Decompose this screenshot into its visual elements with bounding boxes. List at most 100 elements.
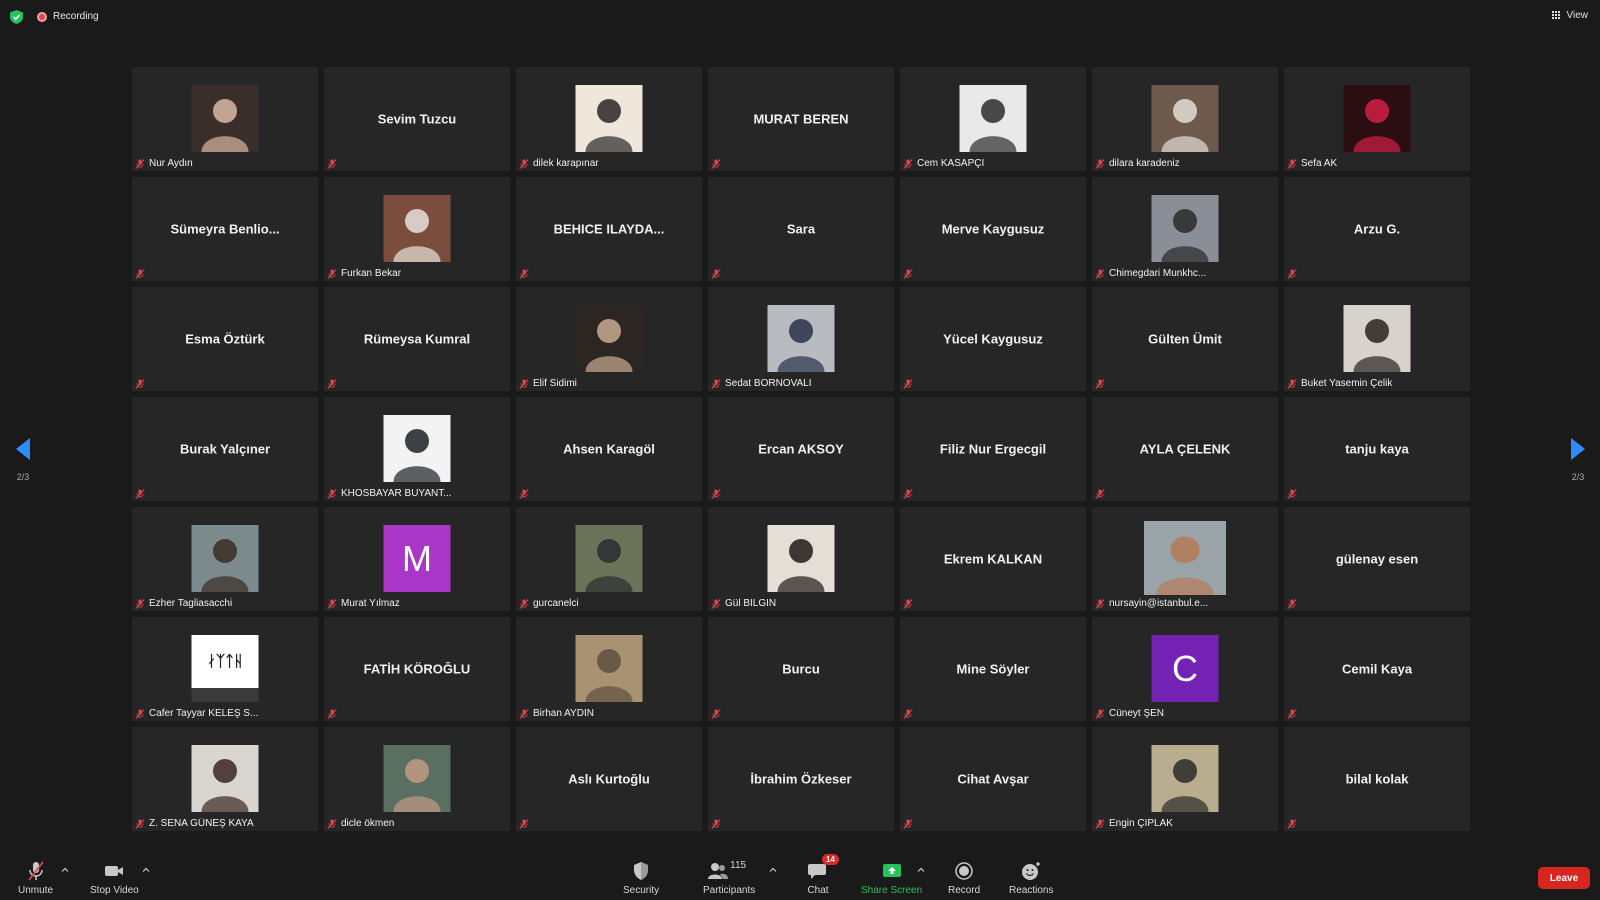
participant-tile[interactable]: Ahsen Karagöl <box>516 397 702 501</box>
participant-tile[interactable]: Burcu <box>708 617 894 721</box>
video-feed <box>191 85 259 152</box>
participant-name: Sefa AK <box>1301 158 1338 169</box>
participant-name: Ezher Tagliasacchi <box>149 598 233 609</box>
participant-tile[interactable]: Sedat BORNOVALI <box>708 287 894 391</box>
participant-tile[interactable]: İbrahim Özkeser <box>708 727 894 831</box>
arrow-right-icon <box>1571 438 1585 460</box>
participant-tile[interactable]: ᛅᛉᛏᚺ Cafer Tayyar KELEŞ S... <box>132 617 318 721</box>
participant-tile[interactable]: BEHICE ILAYDA... <box>516 177 702 281</box>
participant-tile[interactable]: Nur Aydın <box>132 67 318 171</box>
participant-name-label <box>135 489 145 499</box>
participant-display-name: Sevim Tuzcu <box>377 111 457 127</box>
participant-tile[interactable]: dicle ökmen <box>324 727 510 831</box>
participant-tile[interactable]: Z. SENA GÜNEŞ KAYA <box>132 727 318 831</box>
participant-tile[interactable]: Arzu G. <box>1284 177 1470 281</box>
video-options-chevron-up-icon[interactable] <box>141 865 151 875</box>
participant-tile[interactable]: Mine Söyler <box>900 617 1086 721</box>
participant-tile[interactable]: Engin ÇIPLAK <box>1092 727 1278 831</box>
mic-muted-icon <box>903 379 913 389</box>
share-screen-button[interactable]: Share Screen <box>861 860 922 896</box>
mic-muted-icon <box>711 159 721 169</box>
participant-tile[interactable]: Sefa AK <box>1284 67 1470 171</box>
participant-tile[interactable]: Filiz Nur Ergecgil <box>900 397 1086 501</box>
reactions-button[interactable]: Reactions <box>1009 860 1053 896</box>
participant-name: Buket Yasemin Çelik <box>1301 378 1393 389</box>
view-button[interactable]: View <box>1551 10 1588 21</box>
participant-tile[interactable]: Elif Sidimi <box>516 287 702 391</box>
participant-name: Sedat BORNOVALI <box>725 378 812 389</box>
participant-tile[interactable]: Furkan Bekar <box>324 177 510 281</box>
unmute-button[interactable]: Unmute <box>18 860 53 896</box>
security-shield-icon <box>634 862 649 880</box>
mic-muted-icon <box>711 819 721 829</box>
recording-indicator[interactable]: Recording <box>37 11 99 22</box>
next-page-button[interactable]: 2/3 <box>1566 438 1590 482</box>
participant-tile[interactable]: nursayin@istanbul.e... <box>1092 507 1278 611</box>
participant-tile[interactable]: Esma Öztürk <box>132 287 318 391</box>
chat-button[interactable]: 14 Chat <box>807 854 839 896</box>
participant-name: Cafer Tayyar KELEŞ S... <box>149 708 259 719</box>
participants-button[interactable]: 115 Participants <box>703 860 755 896</box>
participant-display-name: Sara <box>786 221 816 237</box>
participant-tile[interactable]: tanju kaya <box>1284 397 1470 501</box>
participant-tile[interactable]: C Cüneyt ŞEN <box>1092 617 1278 721</box>
arrow-left-icon <box>16 438 30 460</box>
participant-name-label <box>711 159 721 169</box>
record-button[interactable]: Record <box>948 860 980 896</box>
participant-tile[interactable]: Ezher Tagliasacchi <box>132 507 318 611</box>
participant-tile[interactable]: Gülten Ümit <box>1092 287 1278 391</box>
video-feed <box>767 305 835 372</box>
participant-tile[interactable]: Ekrem KALKAN <box>900 507 1086 611</box>
participant-tile[interactable]: FATİH KÖROĞLU <box>324 617 510 721</box>
participant-name: Murat Yılmaz <box>341 598 400 609</box>
participant-tile[interactable]: Gül BİLGİN <box>708 507 894 611</box>
participant-tile[interactable]: MURAT BEREN <box>708 67 894 171</box>
participant-tile[interactable]: dilara karadeniz <box>1092 67 1278 171</box>
participant-tile[interactable]: KHOSBAYAR BUYANT... <box>324 397 510 501</box>
participant-tile[interactable]: Ercan AKSOY <box>708 397 894 501</box>
participant-tile[interactable]: Sevim Tuzcu <box>324 67 510 171</box>
participant-tile[interactable]: Chimegdari Munkhc... <box>1092 177 1278 281</box>
mic-muted-icon <box>711 378 721 389</box>
leave-button[interactable]: Leave <box>1538 867 1590 889</box>
participant-tile[interactable]: Rümeysa Kumral <box>324 287 510 391</box>
participant-tile[interactable]: bilal kolak <box>1284 727 1470 831</box>
stop-video-button[interactable]: Stop Video <box>90 860 139 896</box>
participant-tile[interactable]: Cemil Kaya <box>1284 617 1470 721</box>
participant-tile[interactable]: Burak Yalçıner <box>132 397 318 501</box>
participant-name-label: Sedat BORNOVALI <box>711 378 812 389</box>
mic-muted-icon <box>519 378 529 389</box>
participant-name: gurcanelci <box>533 598 579 609</box>
participant-tile[interactable]: Birhan AYDIN <box>516 617 702 721</box>
mic-muted-icon <box>519 489 529 499</box>
participant-tile[interactable]: Cihat Avşar <box>900 727 1086 831</box>
participant-tile[interactable]: Yücel Kaygusuz <box>900 287 1086 391</box>
mic-muted-icon <box>519 269 529 279</box>
mic-muted-icon <box>903 489 913 499</box>
stop-video-label: Stop Video <box>90 885 139 896</box>
participant-tile[interactable]: gurcanelci <box>516 507 702 611</box>
previous-page-button[interactable]: 2/3 <box>11 438 35 482</box>
participant-tile[interactable]: AYLA ÇELENK <box>1092 397 1278 501</box>
audio-options-chevron-up-icon[interactable] <box>60 865 70 875</box>
participant-name-label: Murat Yılmaz <box>327 598 400 609</box>
participant-name: Cem KASAPÇI <box>917 158 985 169</box>
participant-name: dilara karadeniz <box>1109 158 1180 169</box>
share-options-chevron-up-icon[interactable] <box>916 865 926 875</box>
participant-tile[interactable]: Aslı Kurtoğlu <box>516 727 702 831</box>
participant-name-label <box>1287 489 1297 499</box>
participant-name: Gül BİLGİN <box>725 598 777 609</box>
participant-tile[interactable]: Sümeyra Benlio... <box>132 177 318 281</box>
mic-muted-icon <box>327 709 337 719</box>
participant-tile[interactable]: gülenay esen <box>1284 507 1470 611</box>
security-button[interactable]: Security <box>623 860 659 896</box>
participant-tile[interactable]: dilek karapınar <box>516 67 702 171</box>
participant-tile[interactable]: Buket Yasemin Çelik <box>1284 287 1470 391</box>
participant-tile[interactable]: M Murat Yılmaz <box>324 507 510 611</box>
participants-options-chevron-up-icon[interactable] <box>768 865 778 875</box>
shield-icon[interactable] <box>10 10 23 24</box>
participant-name-label <box>711 819 721 829</box>
participant-tile[interactable]: Cem KASAPÇI <box>900 67 1086 171</box>
participant-tile[interactable]: Sara <box>708 177 894 281</box>
participant-tile[interactable]: Merve Kaygusuz <box>900 177 1086 281</box>
